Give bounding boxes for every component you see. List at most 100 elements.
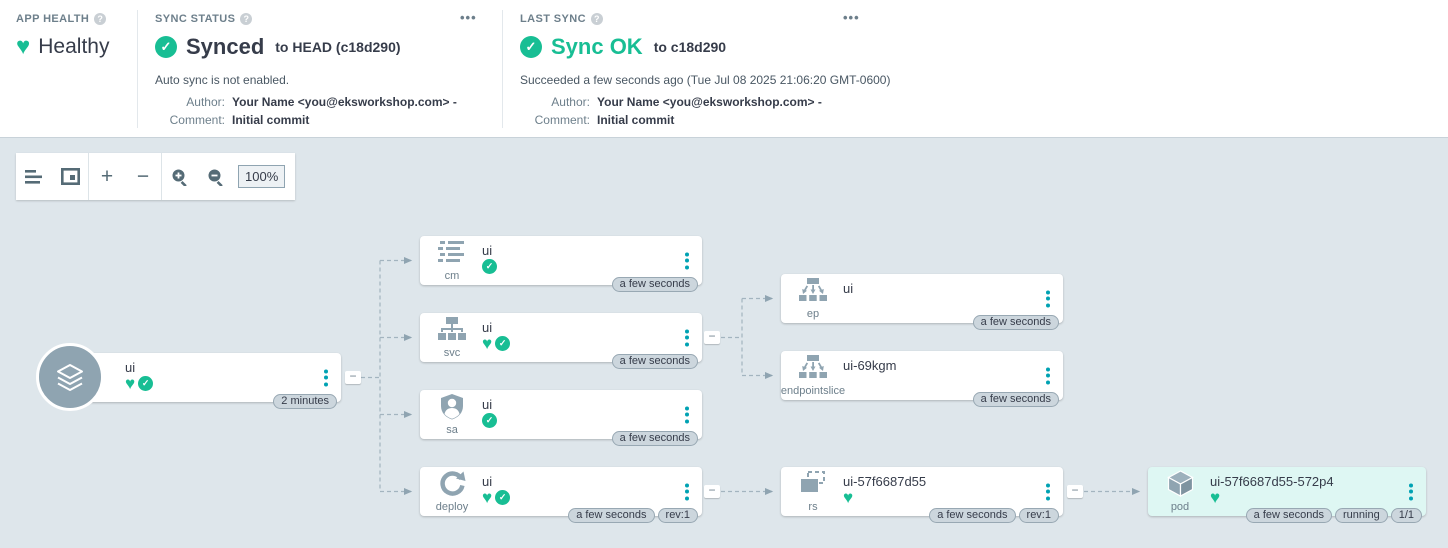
status-header: APP HEALTH ? ♥ Healthy SYNC STATUS ? ✓ S… [0, 0, 1448, 137]
comment-label: Comment: [155, 113, 225, 127]
synced-check-icon: ✓ [495, 336, 510, 351]
node-kind: ep [807, 309, 819, 320]
node-kind: deploy [436, 502, 468, 513]
author-value: Your Name <you@eksworkshop.com> - [232, 95, 495, 109]
status-badge: running [1335, 508, 1388, 523]
graph-toolbar: + − 100% [16, 153, 295, 200]
node-kind: sa [446, 425, 458, 436]
node-menu-icon[interactable] [1044, 365, 1052, 386]
synced-check-icon: ✓ [155, 36, 177, 58]
sync-status-panel: SYNC STATUS ? ✓ Synced to HEAD (c18d290)… [155, 13, 495, 127]
sync-revision[interactable]: to HEAD (c18d290) [275, 39, 400, 55]
collapse-toggle-replicaset[interactable]: − [1067, 485, 1083, 498]
sync-ok-check-icon: ✓ [520, 36, 542, 58]
node-menu-icon[interactable] [683, 404, 691, 425]
health-heart-icon: ♥ [1210, 490, 1220, 505]
minus-icon: − [137, 167, 149, 187]
sync-status-menu-icon[interactable]: ••• [460, 10, 477, 25]
node-name: ui-57f6687d55 [843, 474, 926, 489]
magnify-in-button[interactable] [162, 153, 198, 200]
zoom-out-button[interactable]: − [125, 153, 161, 200]
magnify-out-button[interactable] [198, 153, 234, 200]
comment-label: Comment: [520, 113, 590, 127]
last-sync-status-value[interactable]: Sync OK [551, 34, 643, 60]
node-menu-icon[interactable] [1044, 288, 1052, 309]
collapse-toggle-service[interactable]: − [704, 331, 720, 344]
node-name: ui-69kgm [843, 358, 896, 373]
node-kind: endpointslice [781, 386, 845, 397]
node-endpoints-ui[interactable]: ep ui a few seconds [781, 274, 1063, 323]
node-deployment-ui[interactable]: deploy ui ♥ ✓ a few seconds rev:1 [420, 467, 702, 516]
node-menu-icon[interactable] [1044, 481, 1052, 502]
author-value: Your Name <you@eksworkshop.com> - [597, 95, 1080, 109]
fit-to-view-button[interactable] [52, 153, 88, 200]
help-icon[interactable]: ? [240, 13, 252, 25]
configmap-icon [438, 239, 466, 265]
comment-value: Initial commit [597, 113, 1080, 127]
zoom-in-button[interactable]: + [89, 153, 125, 200]
endpointslice-icon [799, 354, 827, 380]
last-sync-label: LAST SYNC ? [520, 13, 1080, 25]
age-badge: a few seconds [612, 277, 698, 292]
node-application-ui[interactable]: ui ♥ ✓ 2 minutes [62, 353, 341, 402]
last-sync-menu-icon[interactable]: ••• [843, 10, 860, 25]
age-badge: a few seconds [1246, 508, 1332, 523]
last-sync-panel: LAST SYNC ? ✓ Sync OK to c18d290 Succeed… [520, 13, 1080, 127]
synced-check-icon: ✓ [495, 490, 510, 505]
node-menu-icon[interactable] [683, 327, 691, 348]
revision-badge: rev:1 [1019, 508, 1059, 523]
node-name: ui [482, 397, 492, 412]
age-badge: a few seconds [568, 508, 654, 523]
node-name: ui [482, 320, 492, 335]
plus-icon: + [101, 167, 113, 187]
node-pod-ui-57f6687d55-572p4[interactable]: pod ui-57f6687d55-572p4 ♥ a few seconds … [1148, 467, 1426, 516]
help-icon[interactable]: ? [94, 13, 106, 25]
endpoints-icon [799, 277, 827, 303]
collapse-toggle-deployment[interactable]: − [704, 485, 720, 498]
node-name: ui [843, 281, 853, 296]
last-sync-result: Succeeded a few seconds ago (Tue Jul 08 … [520, 73, 1080, 87]
node-name: ui [125, 360, 135, 375]
author-label: Author: [520, 95, 590, 109]
deployment-icon [439, 470, 466, 497]
ready-count-badge: 1/1 [1391, 508, 1422, 523]
node-menu-icon[interactable] [683, 481, 691, 502]
last-sync-revision[interactable]: to c18d290 [654, 39, 726, 55]
panel-divider [137, 10, 138, 128]
app-health-panel: APP HEALTH ? ♥ Healthy [16, 13, 109, 59]
node-menu-icon[interactable] [683, 250, 691, 271]
revision-badge: rev:1 [658, 508, 698, 523]
node-kind: rs [808, 502, 817, 513]
resource-tree-canvas[interactable]: + − 100% ui ♥ [0, 137, 1448, 548]
node-endpointslice-ui-69kgm[interactable]: endpointslice ui-69kgm a few seconds [781, 351, 1063, 400]
node-name: ui [482, 474, 492, 489]
collapse-toggle-application[interactable]: − [345, 371, 361, 384]
node-menu-icon[interactable] [1407, 481, 1415, 502]
node-name: ui [482, 243, 492, 258]
age-badge: a few seconds [973, 392, 1059, 407]
synced-check-icon: ✓ [482, 413, 497, 428]
pod-icon [1167, 470, 1194, 497]
age-badge: a few seconds [612, 431, 698, 446]
healthy-heart-icon: ♥ [16, 36, 30, 58]
app-health-status: Healthy [38, 35, 109, 59]
node-service-ui[interactable]: svc ui ♥ ✓ a few seconds [420, 313, 702, 362]
synced-check-icon: ✓ [138, 376, 153, 391]
node-serviceaccount-ui[interactable]: sa ui ✓ a few seconds [420, 390, 702, 439]
node-name: ui-57f6687d55-572p4 [1210, 474, 1334, 489]
health-heart-icon: ♥ [125, 376, 135, 391]
sync-status-value[interactable]: Synced [186, 34, 264, 60]
service-icon [438, 316, 466, 342]
app-health-label-text: APP HEALTH [16, 13, 89, 25]
replicaset-icon [799, 470, 827, 496]
node-replicaset-ui-57f6687d55[interactable]: rs ui-57f6687d55 ♥ a few seconds rev:1 [781, 467, 1063, 516]
zoom-level-input[interactable]: 100% [238, 165, 285, 188]
help-icon[interactable]: ? [591, 13, 603, 25]
list-view-button[interactable] [16, 153, 52, 200]
sync-status-label-text: SYNC STATUS [155, 13, 235, 25]
age-badge: 2 minutes [273, 394, 337, 409]
node-menu-icon[interactable] [322, 367, 330, 388]
panel-divider [502, 10, 503, 128]
serviceaccount-icon [439, 393, 465, 420]
node-configmap-ui[interactable]: cm ui ✓ a few seconds [420, 236, 702, 285]
